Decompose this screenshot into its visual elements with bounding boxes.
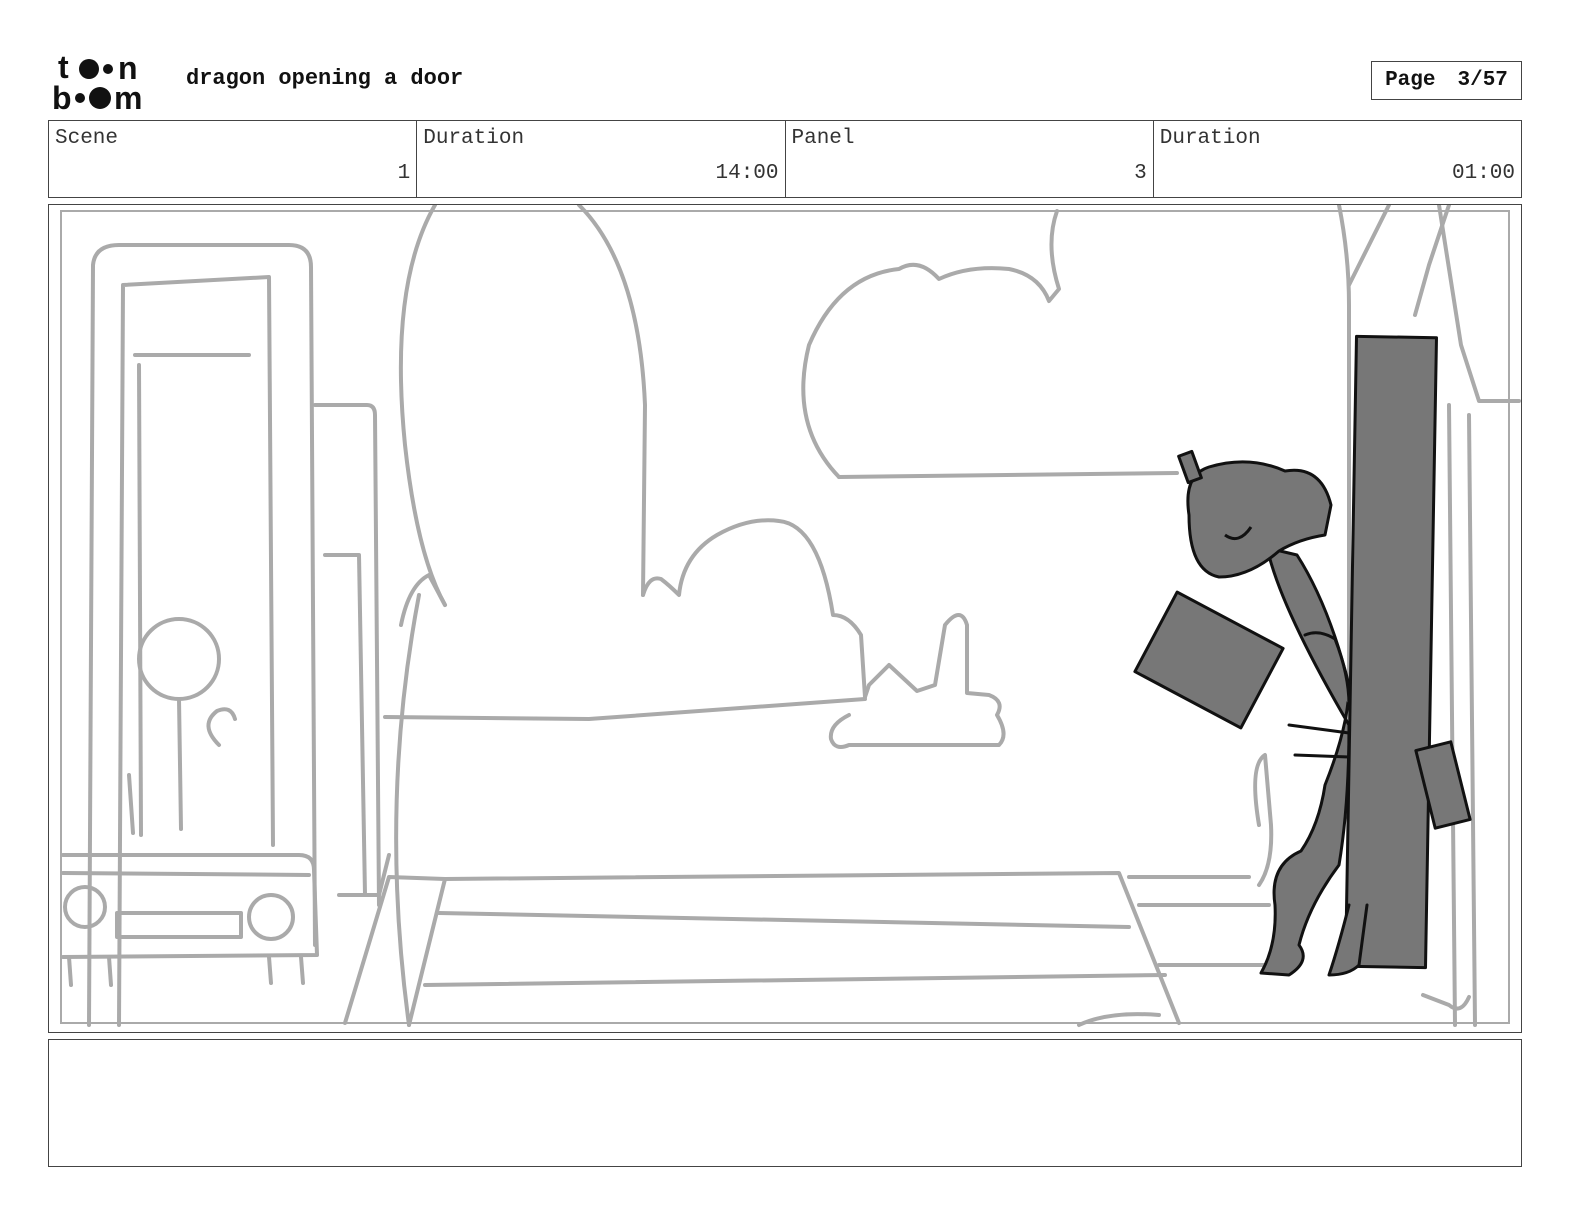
scene-duration-cell: Duration 14:00 <box>417 121 786 197</box>
panel-duration-cell: Duration 01:00 <box>1154 121 1521 197</box>
storyboard-panel <box>48 204 1522 1033</box>
page-number: 3/57 <box>1457 69 1508 92</box>
scene-cell: Scene 1 <box>49 121 418 197</box>
board-title: dragon opening a door <box>186 66 464 91</box>
svg-text:b: b <box>52 80 72 112</box>
toon-boom-logo: t n b m <box>52 52 142 112</box>
scene-label: Scene <box>55 127 119 150</box>
notes-box <box>48 1039 1522 1167</box>
panel-value: 3 <box>1134 162 1147 185</box>
info-row: Scene 1 Duration 14:00 Panel 3 Duration … <box>48 120 1522 198</box>
panel-sketch <box>60 205 1521 1027</box>
panel-label: Panel <box>791 127 855 150</box>
scene-duration-label: Duration <box>423 127 525 150</box>
svg-text:m: m <box>114 80 142 112</box>
scene-value: 1 <box>397 162 411 185</box>
panel-duration-label: Duration <box>1159 127 1261 150</box>
page-indicator: Page 3/57 <box>1371 61 1522 100</box>
panel-duration-value: 01:00 <box>1451 162 1515 185</box>
page-label: Page <box>1385 69 1436 92</box>
panel-cell: Panel 3 <box>786 121 1154 197</box>
scene-duration-value: 14:00 <box>715 162 779 185</box>
